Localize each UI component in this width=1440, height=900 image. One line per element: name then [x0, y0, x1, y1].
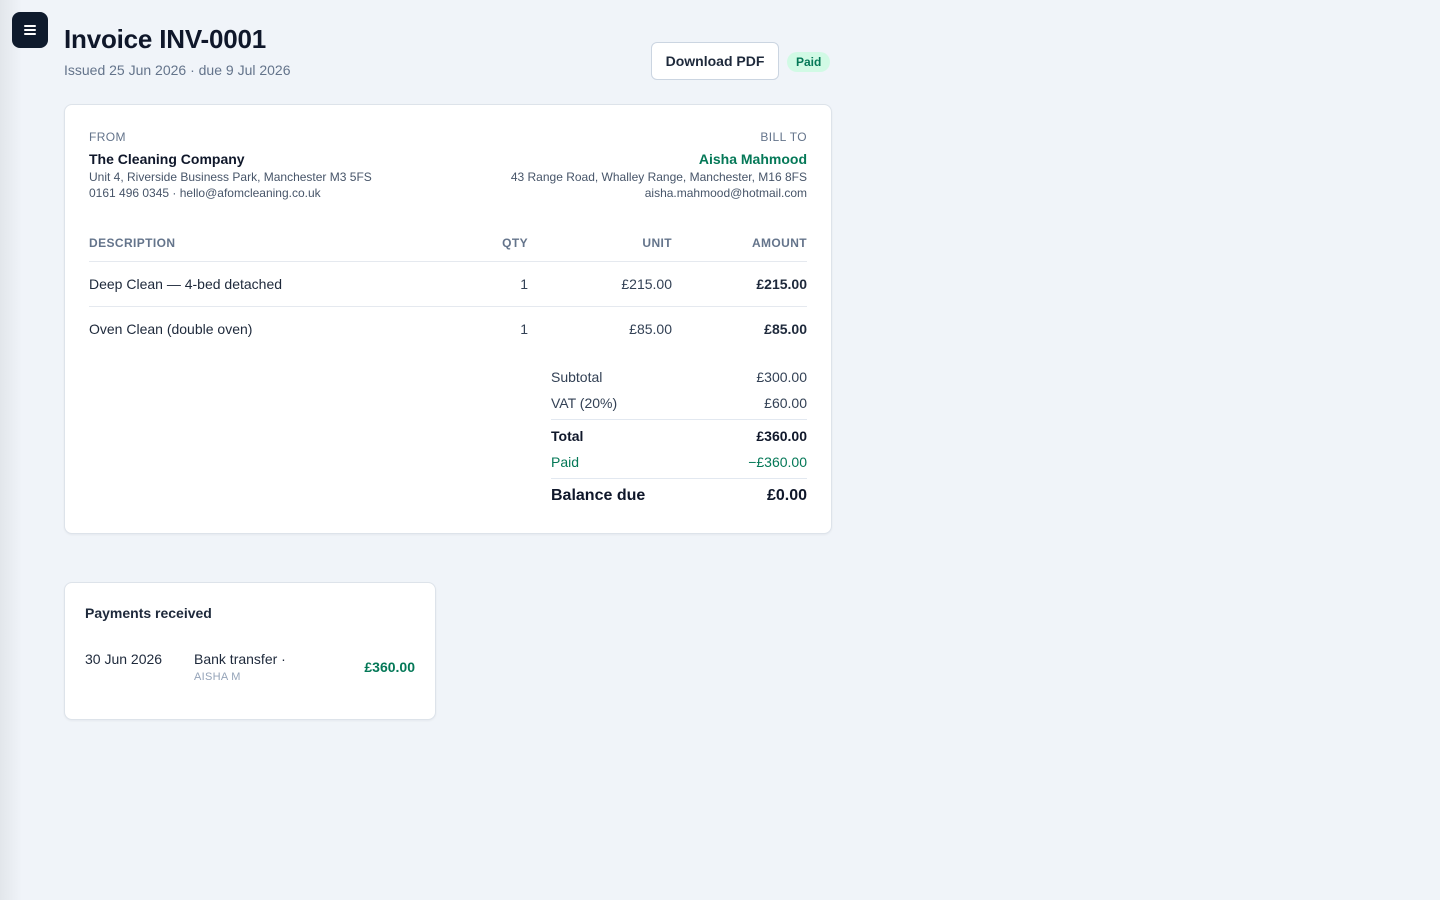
status-badge: Paid — [787, 52, 831, 72]
payment-method: Bank transfer · — [194, 651, 286, 667]
payment-reference: AISHA M — [194, 671, 241, 683]
line-item-qty: 1 — [520, 276, 528, 292]
line-item-qty: 1 — [520, 321, 528, 337]
balance-due-value: £0.00 — [766, 487, 807, 504]
column-header-qty: QTY — [502, 236, 528, 250]
column-header-unit: UNIT — [642, 236, 672, 250]
bill-to-label: BILL TO — [760, 130, 807, 144]
balance-due-label: Balance due — [551, 487, 646, 504]
column-header-description: DESCRIPTION — [89, 236, 176, 250]
sidebar-edge — [0, 0, 22, 900]
payment-amount: £360.00 — [364, 659, 415, 675]
vat-label: VAT (20%) — [551, 395, 618, 411]
bill-to-email: aisha.mahmood@hotmail.com — [644, 186, 807, 200]
column-header-amount: AMOUNT — [751, 236, 807, 250]
download-pdf-button[interactable]: Download PDF — [651, 42, 779, 80]
subtotal-value: £300.00 — [756, 369, 807, 385]
line-item-description: Oven Clean (double oven) — [89, 321, 253, 337]
line-item-unit: £215.00 — [621, 276, 672, 292]
table-row: Oven Clean (double oven) 1 £85.00 £85.00 — [65, 307, 831, 351]
totals-divider — [551, 419, 807, 420]
bill-to-name[interactable]: Aisha Mahmood — [699, 151, 807, 167]
payment-date: 30 Jun 2026 — [85, 651, 163, 667]
line-item-description: Deep Clean — 4-bed detached — [89, 276, 283, 292]
from-contact: 0161 496 0345 · hello@afomcleaning.co.uk — [89, 186, 321, 200]
page-title: Invoice INV-0001 — [64, 24, 267, 54]
bill-to-address: 43 Range Road, Whalley Range, Manchester… — [510, 170, 807, 184]
table-row: Deep Clean — 4-bed detached 1 £215.00 £2… — [65, 262, 831, 306]
line-item-amount: £85.00 — [764, 321, 807, 337]
total-label: Total — [551, 428, 584, 444]
paid-value: −£360.00 — [748, 454, 807, 470]
payments-card: Payments received 30 Jun 2026 Bank trans… — [64, 582, 436, 720]
paid-label: Paid — [551, 454, 580, 470]
invoice-card: FROM The Cleaning Company Unit 4, Rivers… — [64, 104, 832, 534]
line-item-unit: £85.00 — [629, 321, 672, 337]
hamburger-menu-icon — [24, 25, 36, 35]
line-item-amount: £215.00 — [756, 276, 807, 292]
total-value: £360.00 — [756, 428, 807, 444]
vat-value: £60.00 — [764, 395, 807, 411]
balance-divider — [551, 478, 807, 479]
payments-title: Payments received — [85, 605, 212, 621]
from-company-name: The Cleaning Company — [89, 151, 245, 167]
menu-button[interactable] — [12, 12, 48, 48]
invoice-dates: Issued 25 Jun 2026 · due 9 Jul 2026 — [64, 62, 291, 78]
from-label: FROM — [89, 130, 126, 144]
from-address: Unit 4, Riverside Business Park, Manches… — [89, 170, 372, 184]
subtotal-label: Subtotal — [551, 369, 603, 385]
